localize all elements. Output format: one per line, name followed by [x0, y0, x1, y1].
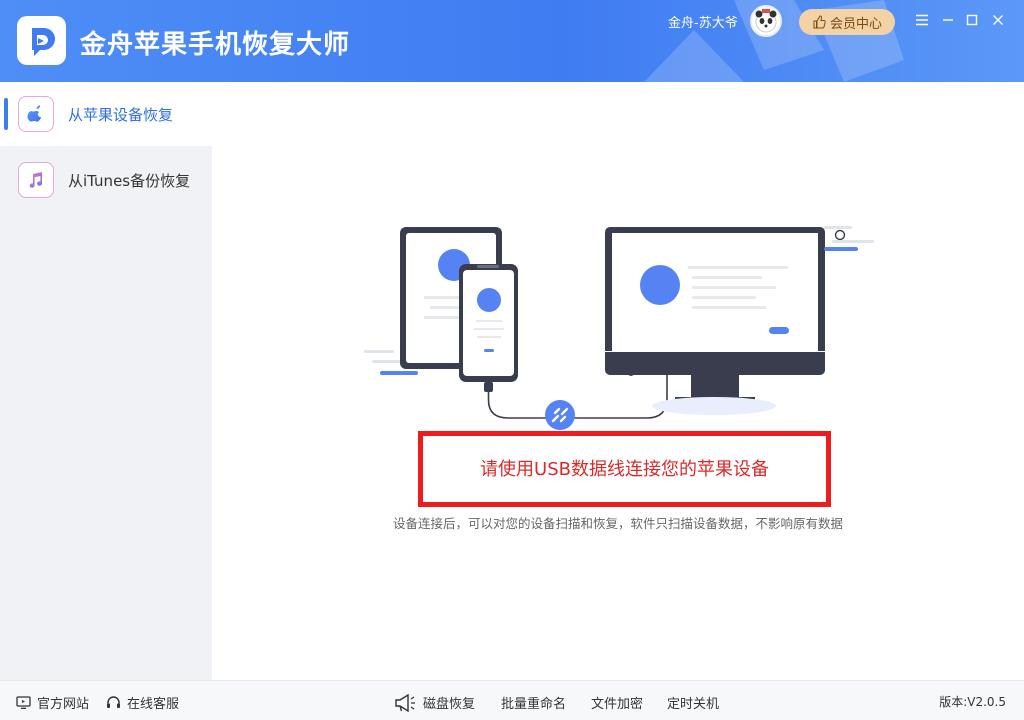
megaphone-icon — [395, 693, 415, 712]
app-logo — [17, 16, 66, 65]
sidebar-item-device-recovery[interactable]: 从苹果设备恢复 — [0, 82, 212, 146]
file-encrypt-label: 文件加密 — [591, 697, 644, 712]
disk-recovery-label: 磁盘恢复 — [423, 697, 476, 712]
online-service-link[interactable]: 在线客服 — [106, 693, 179, 712]
headset-icon — [107, 695, 120, 708]
sidebar: 从苹果设备恢复 从iTunes备份恢复 — [0, 82, 212, 680]
app-title: 金舟苹果手机恢复大师 — [80, 30, 351, 60]
vip-center-label: 会员中心 — [829, 16, 882, 32]
sidebar-item-itunes-recovery[interactable]: 从iTunes备份恢复 — [0, 148, 212, 212]
version-label: 版本:V2.0.5 — [939, 695, 1006, 709]
panda-avatar-icon — [755, 9, 777, 33]
hamburger-menu-icon — [916, 14, 928, 26]
monitor-icon — [16, 696, 31, 709]
menu-button[interactable] — [912, 10, 932, 30]
minimize-icon — [943, 19, 953, 21]
disk-recovery-link[interactable]: 磁盘恢复 — [393, 693, 475, 712]
avatar[interactable] — [750, 5, 782, 37]
maximize-icon — [966, 14, 978, 26]
main-panel: 请使用USB数据线连接您的苹果设备 设备连接后，可以对您的设备扫描和恢复，软件只… — [212, 82, 1024, 680]
timed-shutdown-label: 定时关机 — [667, 697, 720, 712]
timed-shutdown-link[interactable]: 定时关机 — [667, 693, 719, 712]
apple-icon — [18, 96, 54, 132]
vip-center-button[interactable]: 会员中心 — [799, 9, 895, 35]
connect-device-hint: 设备连接后，可以对您的设备扫描和恢复，软件只扫描设备数据，不影响原有数据 — [392, 516, 843, 531]
close-icon — [993, 15, 1003, 25]
sidebar-item-label: 从iTunes备份恢复 — [68, 171, 191, 190]
batch-rename-label: 批量重命名 — [501, 697, 567, 712]
thumb-up-icon — [813, 15, 826, 29]
logo-icon — [31, 27, 55, 56]
title-bar: 金舟苹果手机恢复大师 金舟-苏大爷 会员中心 — [0, 0, 1024, 82]
user-name[interactable]: 金舟-苏大爷 — [668, 12, 738, 31]
batch-rename-link[interactable]: 批量重命名 — [501, 693, 566, 712]
official-site-label: 官方网站 — [37, 697, 90, 712]
connect-device-prompt: 请使用USB数据线连接您的苹果设备 — [480, 459, 769, 480]
file-encrypt-link[interactable]: 文件加密 — [591, 693, 643, 712]
music-note-icon — [18, 162, 54, 198]
minimize-button[interactable] — [938, 10, 958, 30]
official-site-link[interactable]: 官方网站 — [16, 693, 89, 712]
device-connection-illustration — [364, 226, 874, 430]
sidebar-item-label: 从苹果设备恢复 — [68, 105, 174, 124]
maximize-button[interactable] — [962, 10, 982, 30]
close-button[interactable] — [988, 10, 1008, 30]
active-indicator — [4, 98, 8, 130]
online-service-label: 在线客服 — [127, 697, 180, 712]
status-bar: 官方网站 在线客服 磁盘恢复 批量重命名 文件加密 定时关机 版本:V2.0.5 — [0, 680, 1024, 720]
